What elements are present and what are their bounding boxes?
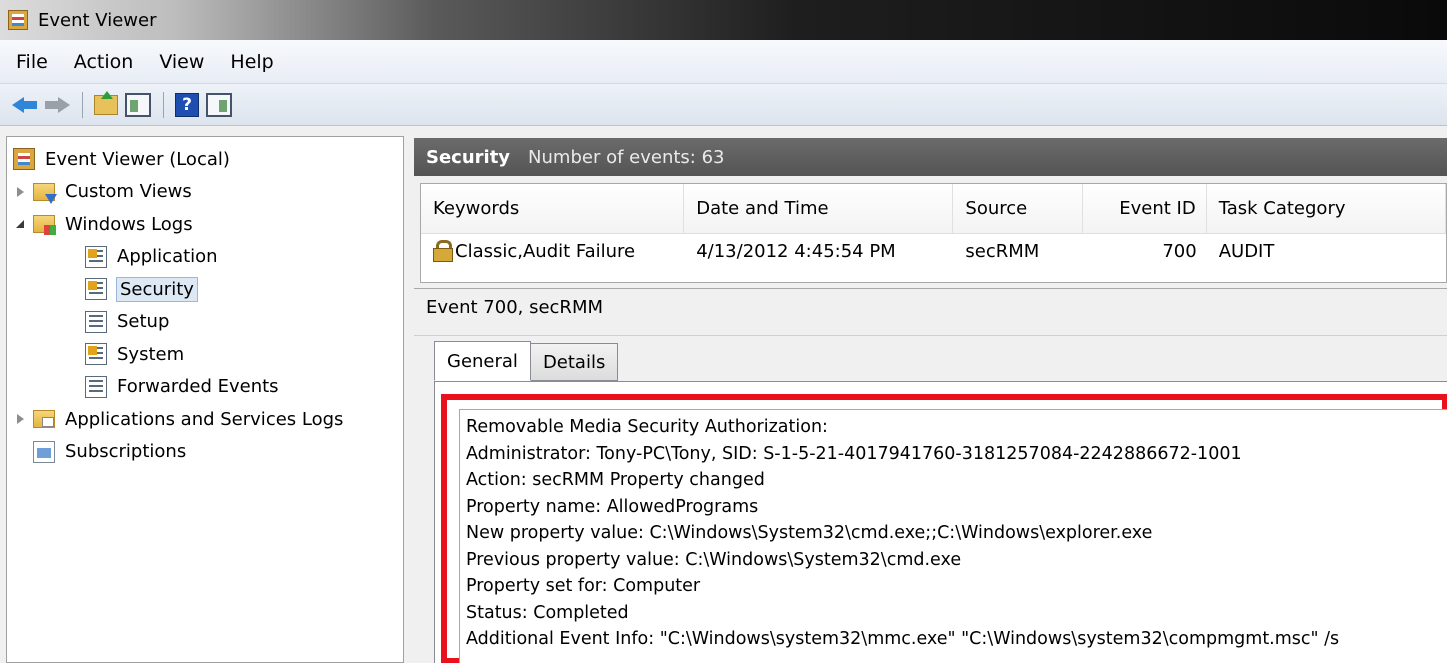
divider [414, 335, 1447, 336]
up-one-level-button[interactable] [91, 90, 121, 120]
toolbar: ? [0, 84, 1447, 126]
tree-item-custom-views[interactable]: Custom Views [7, 176, 403, 209]
help-button[interactable]: ? [172, 90, 202, 120]
tab-general-body: Removable Media Security Authorization: … [434, 381, 1447, 663]
cell-keywords: Classic,Audit Failure [421, 240, 684, 262]
tab-general[interactable]: General [434, 341, 531, 381]
event-message-textbox[interactable]: Removable Media Security Authorization: … [459, 409, 1447, 663]
red-highlight-box: Removable Media Security Authorization: … [441, 394, 1447, 663]
menu-help[interactable]: Help [228, 49, 275, 75]
console-tree-pane-icon [125, 92, 151, 117]
menu-bar: File Action View Help [0, 40, 1447, 84]
column-header-date-time[interactable]: Date and Time [684, 184, 954, 234]
title-bar: Event Viewer [0, 0, 1447, 40]
table-row[interactable]: Classic,Audit Failure 4/13/2012 4:45:54 … [421, 234, 1446, 268]
tree-item-windows-logs[interactable]: Windows Logs [7, 208, 403, 241]
tree-label: Security [116, 276, 198, 302]
tree-item-security[interactable]: Security [7, 273, 403, 306]
tree-label: Application [117, 246, 218, 268]
tree-label: System [117, 343, 185, 365]
log-name: Security [426, 146, 511, 168]
events-header-row: Keywords Date and Time Source Event ID T… [421, 184, 1446, 234]
cell-date-time: 4/13/2012 4:45:54 PM [696, 240, 896, 262]
events-list: Keywords Date and Time Source Event ID T… [420, 183, 1447, 283]
column-header-source[interactable]: Source [953, 184, 1084, 234]
tree-label: Windows Logs [65, 213, 193, 235]
event-detail-title: Event 700, secRMM [426, 297, 604, 318]
toolbar-separator [82, 91, 83, 118]
column-header-keywords[interactable]: Keywords [421, 184, 685, 234]
toolbar-separator [163, 91, 164, 118]
message-line: Removable Media Security Authorization: [466, 417, 828, 437]
column-header-event-id[interactable]: Event ID [1083, 184, 1207, 234]
filter-folder-icon [33, 182, 57, 204]
tree-item-application[interactable]: Application [7, 241, 403, 274]
log-icon [85, 278, 107, 301]
windows-folder-icon [33, 215, 56, 236]
log-header: Security Number of events: 63 [414, 138, 1447, 176]
tree-item-applications-and-services-logs[interactable]: Applications and Services Logs [7, 403, 403, 436]
message-line: New property value: C:\Windows\System32\… [466, 523, 1153, 543]
tab-details[interactable]: Details [529, 343, 619, 381]
window-title: Event Viewer [38, 9, 157, 31]
show-hide-console-tree-button[interactable] [123, 90, 153, 120]
detail-tabs: General Details [434, 341, 619, 381]
tree-label: Custom Views [65, 181, 192, 203]
console-tree: Event Viewer (Local) Custom Views Window… [6, 136, 404, 663]
message-line: Previous property value: C:\Windows\Syst… [466, 549, 962, 570]
keywords-text: Classic,Audit Failure [455, 241, 636, 262]
forward-button[interactable] [42, 90, 72, 120]
cell-task-category: AUDIT [1218, 240, 1275, 262]
message-line: Additional Event Info: "C:\Windows\syste… [466, 629, 1340, 649]
event-count: Number of events: 63 [528, 146, 725, 168]
back-arrow-icon [12, 96, 38, 114]
expand-icon[interactable] [13, 184, 29, 200]
back-button[interactable] [10, 90, 40, 120]
subscriptions-icon [33, 440, 55, 463]
tree-label: Event Viewer (Local) [45, 148, 230, 170]
action-pane-icon [206, 92, 232, 117]
event-detail-pane: Event 700, secRMM General Details Remova… [414, 288, 1447, 663]
tree-label: Forwarded Events [117, 376, 279, 398]
tree-item-forwarded-events[interactable]: Forwarded Events [7, 371, 403, 404]
collapse-icon[interactable] [13, 216, 29, 232]
lock-icon [433, 240, 453, 262]
message-line: Status: Completed [466, 602, 629, 623]
log-icon [85, 343, 107, 366]
event-viewer-icon [13, 148, 35, 171]
log-icon [85, 245, 107, 268]
message-line: Administrator: Tony-PC\Tony, SID: S-1-5-… [466, 443, 1242, 464]
tree-label: Setup [117, 311, 170, 333]
folder-icon [33, 410, 55, 429]
help-icon: ? [175, 92, 199, 117]
tree-label: Applications and Services Logs [65, 408, 344, 430]
tree-item-root[interactable]: Event Viewer (Local) [7, 143, 403, 176]
column-header-task-category[interactable]: Task Category [1207, 184, 1446, 234]
menu-file[interactable]: File [14, 49, 50, 75]
event-viewer-icon [8, 10, 28, 30]
cell-event-id: 700 [1162, 240, 1197, 262]
tree-item-setup[interactable]: Setup [7, 306, 403, 339]
show-hide-action-pane-button[interactable] [204, 90, 234, 120]
menu-action[interactable]: Action [72, 49, 136, 75]
tree-item-system[interactable]: System [7, 338, 403, 371]
message-line: Property name: AllowedPrograms [466, 496, 759, 517]
message-line: Property set for: Computer [466, 576, 701, 596]
menu-view[interactable]: View [157, 49, 206, 75]
expand-icon[interactable] [13, 411, 29, 427]
folder-up-icon [94, 90, 118, 115]
tree-item-subscriptions[interactable]: Subscriptions [7, 436, 403, 469]
log-icon [85, 375, 107, 398]
log-icon [85, 310, 107, 333]
forward-arrow-icon [44, 96, 70, 114]
message-line: Action: secRMM Property changed [466, 470, 765, 490]
tree-label: Subscriptions [65, 441, 187, 463]
cell-source: secRMM [965, 240, 1040, 262]
